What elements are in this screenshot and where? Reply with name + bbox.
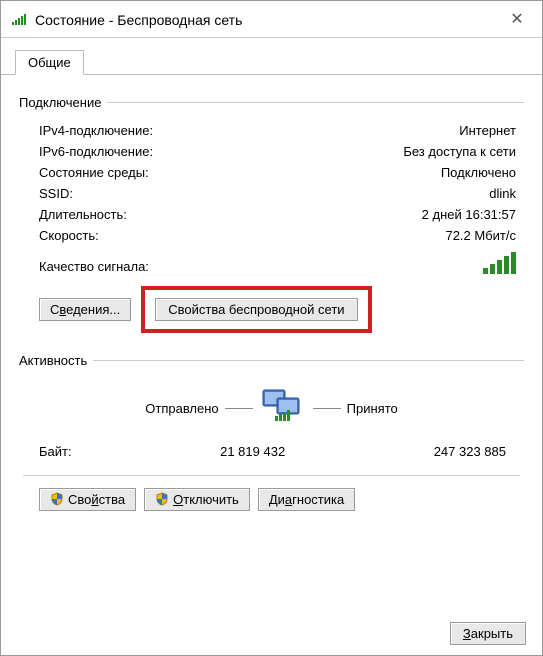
tab-bar: Общие — [1, 42, 542, 75]
properties-button[interactable]: Свойства — [39, 488, 136, 511]
wifi-icon — [11, 12, 27, 29]
media-value: Подключено — [441, 165, 516, 180]
received-label: Принято — [347, 401, 398, 416]
bytes-sent: 21 819 432 — [220, 444, 285, 459]
disconnect-button[interactable]: Отключить — [144, 488, 250, 511]
duration-value: 2 дней 16:31:57 — [422, 207, 516, 222]
network-computers-icon — [259, 386, 307, 430]
bytes-label: Байт: — [39, 444, 72, 459]
connection-legend: Подключение — [19, 95, 107, 110]
sent-label: Отправлено — [145, 401, 218, 416]
ipv6-label: IPv6-подключение: — [39, 144, 153, 159]
diagnostics-button[interactable]: Диагностика — [258, 488, 355, 511]
close-icon[interactable]: ✕ — [502, 9, 532, 31]
connection-group: Подключение IPv4-подключение: Интернет I… — [19, 95, 524, 343]
bytes-received: 247 323 885 — [434, 444, 506, 459]
media-label: Состояние среды: — [39, 165, 149, 180]
shield-icon — [50, 492, 64, 506]
signal-label: Качество сигнала: — [39, 259, 149, 274]
shield-icon — [155, 492, 169, 506]
tab-general[interactable]: Общие — [15, 50, 84, 75]
activity-legend: Активность — [19, 353, 93, 368]
ipv6-value: Без доступа к сети — [403, 144, 516, 159]
close-button[interactable]: Закрыть — [450, 622, 526, 645]
duration-label: Длительность: — [39, 207, 127, 222]
details-button[interactable]: Сведения... — [39, 298, 131, 321]
signal-bars-icon — [483, 252, 516, 274]
speed-value: 72.2 Мбит/с — [445, 228, 516, 243]
dash-icon — [313, 408, 341, 409]
window-title: Состояние - Беспроводная сеть — [35, 12, 502, 28]
ssid-value: dlink — [489, 186, 516, 201]
highlight-box: Свойства беспроводной сети — [141, 286, 371, 333]
activity-group: Активность Отправлено Принято Бай — [19, 353, 524, 519]
dash-icon — [225, 408, 253, 409]
ssid-label: SSID: — [39, 186, 73, 201]
ipv4-label: IPv4-подключение: — [39, 123, 153, 138]
ipv4-value: Интернет — [459, 123, 516, 138]
wifi-properties-button[interactable]: Свойства беспроводной сети — [155, 298, 357, 321]
speed-label: Скорость: — [39, 228, 99, 243]
